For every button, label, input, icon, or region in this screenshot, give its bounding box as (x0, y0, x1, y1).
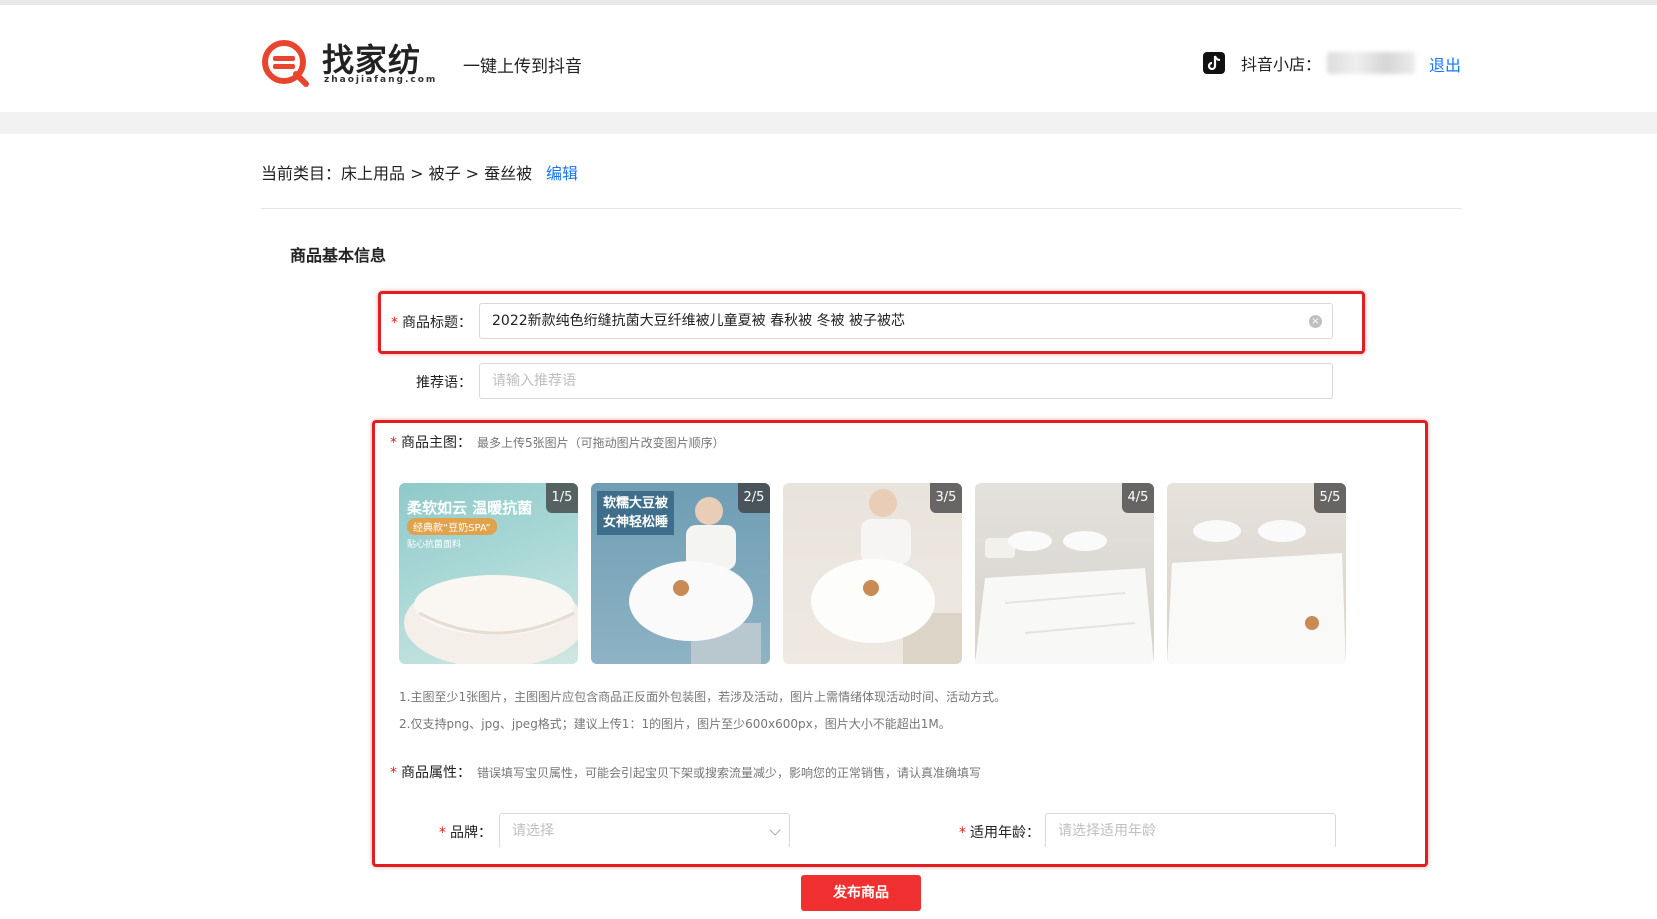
logo-mark-icon (262, 40, 309, 87)
header-separator (0, 112, 1657, 134)
attr-hint: 错误填写宝贝属性，可能会引起宝贝下架或搜索流量减少，影响您的正常销售，请认真准确… (477, 766, 982, 780)
header-tagline: 一键上传到抖音 (463, 57, 582, 77)
shop-info: 抖音小店： (1203, 50, 1416, 76)
slogan-label: 推荐语： (416, 375, 472, 391)
main-image-label: * 商品主图： 最多上传5张图片（可拖动图片改变图片顺序） (390, 435, 725, 451)
product-image-2[interactable]: 软糯大豆被 女神轻松睡 2/5 (591, 483, 770, 664)
chevron-down-icon (769, 824, 781, 836)
logo[interactable]: 找家纺 zhaojiafang.com (260, 35, 440, 91)
clear-icon[interactable]: × (1309, 315, 1322, 328)
image-index: 5/5 (1314, 483, 1346, 513)
age-input[interactable]: 请选择适用年龄 (1045, 813, 1336, 847)
brand-select-placeholder: 请选择 (512, 823, 554, 839)
image-index: 4/5 (1122, 483, 1154, 513)
logout-link[interactable]: 退出 (1429, 52, 1461, 76)
image-note-2: 2.仅支持png、jpg、jpeg格式；建议上传1：1的图片，图片至少600x6… (399, 717, 951, 731)
header: 找家纺 zhaojiafang.com 一键上传到抖音 抖音小店： 退出 (0, 5, 1657, 112)
image-index: 1/5 (546, 483, 578, 513)
image-caption: 柔软如云 温暖抗菌 (407, 499, 533, 517)
slogan-input[interactable]: 请输入推荐语 (479, 363, 1333, 399)
logo-domain: zhaojiafang.com (324, 75, 438, 85)
title-label: * 商品标题： (391, 315, 472, 331)
brand-select[interactable]: 请选择 (499, 813, 790, 847)
divider (261, 208, 1462, 209)
image-index: 2/5 (738, 483, 770, 513)
brand-label: * 品牌： (439, 825, 492, 841)
image-caption: 软糯大豆被 女神轻松睡 (597, 491, 675, 535)
image-index: 3/5 (930, 483, 962, 513)
section-title: 商品基本信息 (290, 246, 387, 265)
publish-button[interactable]: 发布商品 (801, 875, 921, 911)
product-image-3[interactable]: 3/5 (783, 483, 962, 664)
product-image-1[interactable]: 柔软如云 温暖抗菌 经典款“豆奶SPA” 贴心抗菌面料 1/5 (399, 483, 578, 664)
image-note-1: 1.主图至少1张图片，主图图片应包含商品正反面外包装图，若涉及活动，图片上需情绪… (399, 690, 1007, 704)
edit-category-link[interactable]: 编辑 (546, 160, 578, 184)
title-input[interactable]: 2022新款纯色绗缝抗菌大豆纤维被儿童夏被 春秋被 冬被 被子被芯 × (479, 303, 1333, 339)
product-image-4[interactable]: 4/5 (975, 483, 1154, 664)
age-label: * 适用年龄： (959, 825, 1040, 841)
product-image-5[interactable]: 5/5 (1167, 483, 1346, 664)
attr-label: * 商品属性： 错误填写宝贝属性，可能会引起宝贝下架或搜索流量减少，影响您的正常销售… (390, 765, 982, 781)
title-input-value: 2022新款纯色绗缝抗菌大豆纤维被儿童夏被 春秋被 冬被 被子被芯 (492, 313, 905, 329)
main-image-hint: 最多上传5张图片（可拖动图片改变图片顺序） (477, 436, 725, 450)
douyin-icon (1203, 52, 1225, 74)
image-badge: 经典款“豆奶SPA” (407, 518, 497, 535)
image-subcaption: 贴心抗菌面料 (407, 540, 462, 550)
shop-label: 抖音小店： (1241, 55, 1322, 74)
shop-name-blurred (1327, 52, 1416, 74)
current-category: 当前类目：床上用品 > 被子 > 蚕丝被 (261, 164, 533, 183)
